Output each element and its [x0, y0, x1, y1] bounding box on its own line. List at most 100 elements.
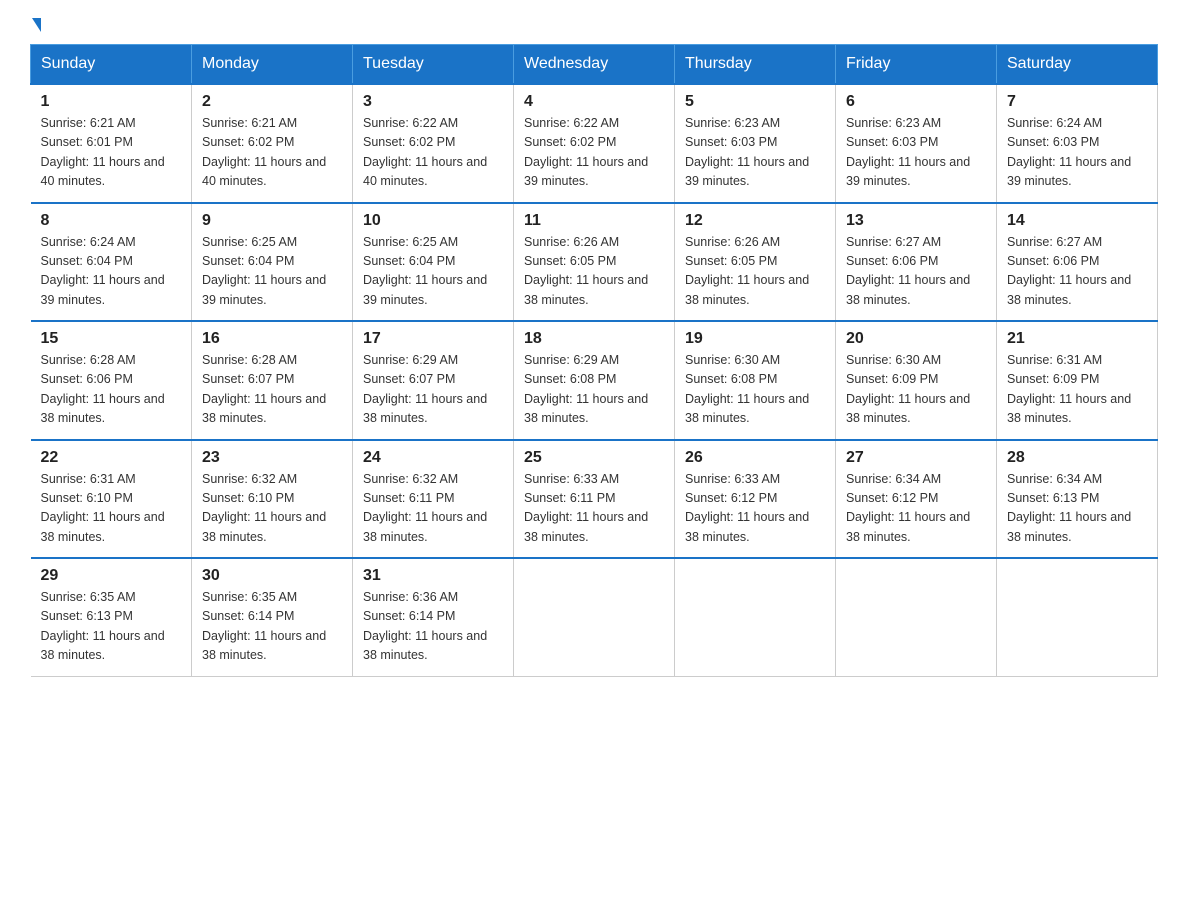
- calendar-cell: 15 Sunrise: 6:28 AMSunset: 6:06 PMDaylig…: [31, 321, 192, 440]
- day-info: Sunrise: 6:26 AMSunset: 6:05 PMDaylight:…: [685, 235, 809, 307]
- day-number: 19: [685, 330, 825, 348]
- day-number: 2: [202, 93, 342, 111]
- calendar-cell: 22 Sunrise: 6:31 AMSunset: 6:10 PMDaylig…: [31, 440, 192, 559]
- weekday-header-cell: Friday: [836, 45, 997, 85]
- day-info: Sunrise: 6:21 AMSunset: 6:01 PMDaylight:…: [41, 116, 165, 188]
- calendar-cell: 18 Sunrise: 6:29 AMSunset: 6:08 PMDaylig…: [514, 321, 675, 440]
- calendar-cell: 19 Sunrise: 6:30 AMSunset: 6:08 PMDaylig…: [675, 321, 836, 440]
- day-number: 21: [1007, 330, 1147, 348]
- calendar-table: SundayMondayTuesdayWednesdayThursdayFrid…: [30, 44, 1158, 677]
- calendar-cell: 17 Sunrise: 6:29 AMSunset: 6:07 PMDaylig…: [353, 321, 514, 440]
- day-number: 29: [41, 567, 182, 585]
- calendar-cell: 1 Sunrise: 6:21 AMSunset: 6:01 PMDayligh…: [31, 84, 192, 203]
- calendar-cell: 16 Sunrise: 6:28 AMSunset: 6:07 PMDaylig…: [192, 321, 353, 440]
- day-info: Sunrise: 6:22 AMSunset: 6:02 PMDaylight:…: [363, 116, 487, 188]
- day-info: Sunrise: 6:33 AMSunset: 6:12 PMDaylight:…: [685, 472, 809, 544]
- day-number: 16: [202, 330, 342, 348]
- day-info: Sunrise: 6:30 AMSunset: 6:09 PMDaylight:…: [846, 353, 970, 425]
- day-number: 10: [363, 212, 503, 230]
- day-number: 12: [685, 212, 825, 230]
- calendar-cell: 20 Sunrise: 6:30 AMSunset: 6:09 PMDaylig…: [836, 321, 997, 440]
- day-info: Sunrise: 6:24 AMSunset: 6:03 PMDaylight:…: [1007, 116, 1131, 188]
- calendar-cell: 4 Sunrise: 6:22 AMSunset: 6:02 PMDayligh…: [514, 84, 675, 203]
- day-number: 9: [202, 212, 342, 230]
- calendar-cell: 25 Sunrise: 6:33 AMSunset: 6:11 PMDaylig…: [514, 440, 675, 559]
- day-info: Sunrise: 6:28 AMSunset: 6:06 PMDaylight:…: [41, 353, 165, 425]
- weekday-header-cell: Sunday: [31, 45, 192, 85]
- calendar-cell: [836, 558, 997, 676]
- day-info: Sunrise: 6:30 AMSunset: 6:08 PMDaylight:…: [685, 353, 809, 425]
- calendar-cell: 11 Sunrise: 6:26 AMSunset: 6:05 PMDaylig…: [514, 203, 675, 322]
- calendar-cell: 13 Sunrise: 6:27 AMSunset: 6:06 PMDaylig…: [836, 203, 997, 322]
- day-info: Sunrise: 6:28 AMSunset: 6:07 PMDaylight:…: [202, 353, 326, 425]
- day-number: 26: [685, 449, 825, 467]
- day-number: 30: [202, 567, 342, 585]
- calendar-body: 1 Sunrise: 6:21 AMSunset: 6:01 PMDayligh…: [31, 84, 1158, 676]
- calendar-cell: 23 Sunrise: 6:32 AMSunset: 6:10 PMDaylig…: [192, 440, 353, 559]
- day-number: 7: [1007, 93, 1147, 111]
- day-number: 23: [202, 449, 342, 467]
- day-info: Sunrise: 6:35 AMSunset: 6:13 PMDaylight:…: [41, 590, 165, 662]
- day-info: Sunrise: 6:21 AMSunset: 6:02 PMDaylight:…: [202, 116, 326, 188]
- day-info: Sunrise: 6:23 AMSunset: 6:03 PMDaylight:…: [846, 116, 970, 188]
- day-number: 22: [41, 449, 182, 467]
- day-number: 17: [363, 330, 503, 348]
- day-info: Sunrise: 6:24 AMSunset: 6:04 PMDaylight:…: [41, 235, 165, 307]
- day-info: Sunrise: 6:23 AMSunset: 6:03 PMDaylight:…: [685, 116, 809, 188]
- calendar-cell: 29 Sunrise: 6:35 AMSunset: 6:13 PMDaylig…: [31, 558, 192, 676]
- calendar-cell: 21 Sunrise: 6:31 AMSunset: 6:09 PMDaylig…: [997, 321, 1158, 440]
- day-number: 24: [363, 449, 503, 467]
- calendar-cell: 8 Sunrise: 6:24 AMSunset: 6:04 PMDayligh…: [31, 203, 192, 322]
- calendar-cell: 10 Sunrise: 6:25 AMSunset: 6:04 PMDaylig…: [353, 203, 514, 322]
- page-header: [30, 20, 1158, 34]
- day-info: Sunrise: 6:25 AMSunset: 6:04 PMDaylight:…: [202, 235, 326, 307]
- day-number: 18: [524, 330, 664, 348]
- day-number: 1: [41, 93, 182, 111]
- day-info: Sunrise: 6:36 AMSunset: 6:14 PMDaylight:…: [363, 590, 487, 662]
- calendar-week-row: 15 Sunrise: 6:28 AMSunset: 6:06 PMDaylig…: [31, 321, 1158, 440]
- calendar-week-row: 1 Sunrise: 6:21 AMSunset: 6:01 PMDayligh…: [31, 84, 1158, 203]
- day-number: 31: [363, 567, 503, 585]
- day-info: Sunrise: 6:34 AMSunset: 6:12 PMDaylight:…: [846, 472, 970, 544]
- calendar-cell: 9 Sunrise: 6:25 AMSunset: 6:04 PMDayligh…: [192, 203, 353, 322]
- day-number: 13: [846, 212, 986, 230]
- day-info: Sunrise: 6:31 AMSunset: 6:09 PMDaylight:…: [1007, 353, 1131, 425]
- calendar-cell: 30 Sunrise: 6:35 AMSunset: 6:14 PMDaylig…: [192, 558, 353, 676]
- calendar-cell: 26 Sunrise: 6:33 AMSunset: 6:12 PMDaylig…: [675, 440, 836, 559]
- calendar-week-row: 8 Sunrise: 6:24 AMSunset: 6:04 PMDayligh…: [31, 203, 1158, 322]
- day-info: Sunrise: 6:22 AMSunset: 6:02 PMDaylight:…: [524, 116, 648, 188]
- calendar-cell: 5 Sunrise: 6:23 AMSunset: 6:03 PMDayligh…: [675, 84, 836, 203]
- day-info: Sunrise: 6:33 AMSunset: 6:11 PMDaylight:…: [524, 472, 648, 544]
- day-info: Sunrise: 6:35 AMSunset: 6:14 PMDaylight:…: [202, 590, 326, 662]
- day-info: Sunrise: 6:29 AMSunset: 6:07 PMDaylight:…: [363, 353, 487, 425]
- calendar-cell: 31 Sunrise: 6:36 AMSunset: 6:14 PMDaylig…: [353, 558, 514, 676]
- day-number: 28: [1007, 449, 1147, 467]
- calendar-cell: [514, 558, 675, 676]
- calendar-cell: 27 Sunrise: 6:34 AMSunset: 6:12 PMDaylig…: [836, 440, 997, 559]
- day-number: 5: [685, 93, 825, 111]
- day-info: Sunrise: 6:25 AMSunset: 6:04 PMDaylight:…: [363, 235, 487, 307]
- day-number: 8: [41, 212, 182, 230]
- weekday-header-cell: Saturday: [997, 45, 1158, 85]
- calendar-cell: 2 Sunrise: 6:21 AMSunset: 6:02 PMDayligh…: [192, 84, 353, 203]
- day-number: 4: [524, 93, 664, 111]
- calendar-week-row: 29 Sunrise: 6:35 AMSunset: 6:13 PMDaylig…: [31, 558, 1158, 676]
- day-number: 3: [363, 93, 503, 111]
- calendar-cell: [997, 558, 1158, 676]
- day-info: Sunrise: 6:32 AMSunset: 6:11 PMDaylight:…: [363, 472, 487, 544]
- calendar-cell: 28 Sunrise: 6:34 AMSunset: 6:13 PMDaylig…: [997, 440, 1158, 559]
- calendar-cell: [675, 558, 836, 676]
- day-number: 20: [846, 330, 986, 348]
- day-number: 27: [846, 449, 986, 467]
- day-info: Sunrise: 6:29 AMSunset: 6:08 PMDaylight:…: [524, 353, 648, 425]
- day-number: 11: [524, 212, 664, 230]
- calendar-cell: 7 Sunrise: 6:24 AMSunset: 6:03 PMDayligh…: [997, 84, 1158, 203]
- day-number: 6: [846, 93, 986, 111]
- calendar-cell: 6 Sunrise: 6:23 AMSunset: 6:03 PMDayligh…: [836, 84, 997, 203]
- weekday-header-cell: Monday: [192, 45, 353, 85]
- calendar-cell: 3 Sunrise: 6:22 AMSunset: 6:02 PMDayligh…: [353, 84, 514, 203]
- day-info: Sunrise: 6:32 AMSunset: 6:10 PMDaylight:…: [202, 472, 326, 544]
- day-number: 25: [524, 449, 664, 467]
- weekday-header-row: SundayMondayTuesdayWednesdayThursdayFrid…: [31, 45, 1158, 85]
- calendar-cell: 12 Sunrise: 6:26 AMSunset: 6:05 PMDaylig…: [675, 203, 836, 322]
